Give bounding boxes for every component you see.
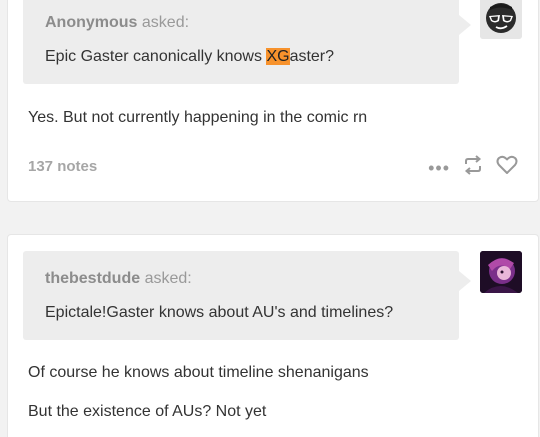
ask-bubble: thebestdude asked: Epictale!Gaster knows… bbox=[23, 251, 471, 340]
character-portrait-icon bbox=[480, 251, 522, 293]
post-card: thebestdude asked: Epictale!Gaster knows… bbox=[7, 234, 539, 437]
asker-name[interactable]: thebestdude bbox=[45, 270, 140, 287]
notes-count[interactable]: 137 notes bbox=[28, 158, 97, 175]
sunglasses-face-icon bbox=[480, 0, 522, 39]
answer-paragraph: But the existence of AUs? Not yet bbox=[28, 403, 267, 420]
question-text-after: aster? bbox=[289, 48, 335, 65]
asker-avatar[interactable] bbox=[480, 0, 522, 39]
ask-question: Epictale!Gaster knows about AU's and tim… bbox=[45, 304, 394, 321]
answer-paragraph: Of course he knows about timeline shenan… bbox=[28, 364, 369, 381]
post-actions: ••• bbox=[428, 155, 518, 180]
post-card: Anonymous asked: Epic Gaster canonically… bbox=[7, 0, 539, 202]
answer-text: Yes. But not currently happening in the … bbox=[28, 109, 368, 126]
ask-header: thebestdude asked: bbox=[45, 270, 192, 288]
ask-header: Anonymous asked: bbox=[45, 14, 189, 32]
question-text-before: Epic Gaster canonically knows bbox=[45, 48, 267, 65]
ask-bubble: Anonymous asked: Epic Gaster canonically… bbox=[23, 0, 471, 84]
ask-question: Epic Gaster canonically knows XGaster? bbox=[45, 48, 334, 66]
asker-name[interactable]: Anonymous bbox=[45, 14, 137, 31]
asker-avatar[interactable] bbox=[480, 251, 522, 293]
post-footer: 137 notes ••• bbox=[28, 155, 518, 179]
asked-label: asked: bbox=[141, 14, 190, 31]
more-options-icon[interactable]: ••• bbox=[428, 156, 450, 180]
like-heart-icon[interactable] bbox=[496, 155, 518, 180]
asked-label: asked: bbox=[144, 270, 192, 287]
reblog-icon[interactable] bbox=[462, 155, 484, 180]
search-highlight: XG bbox=[266, 48, 290, 65]
